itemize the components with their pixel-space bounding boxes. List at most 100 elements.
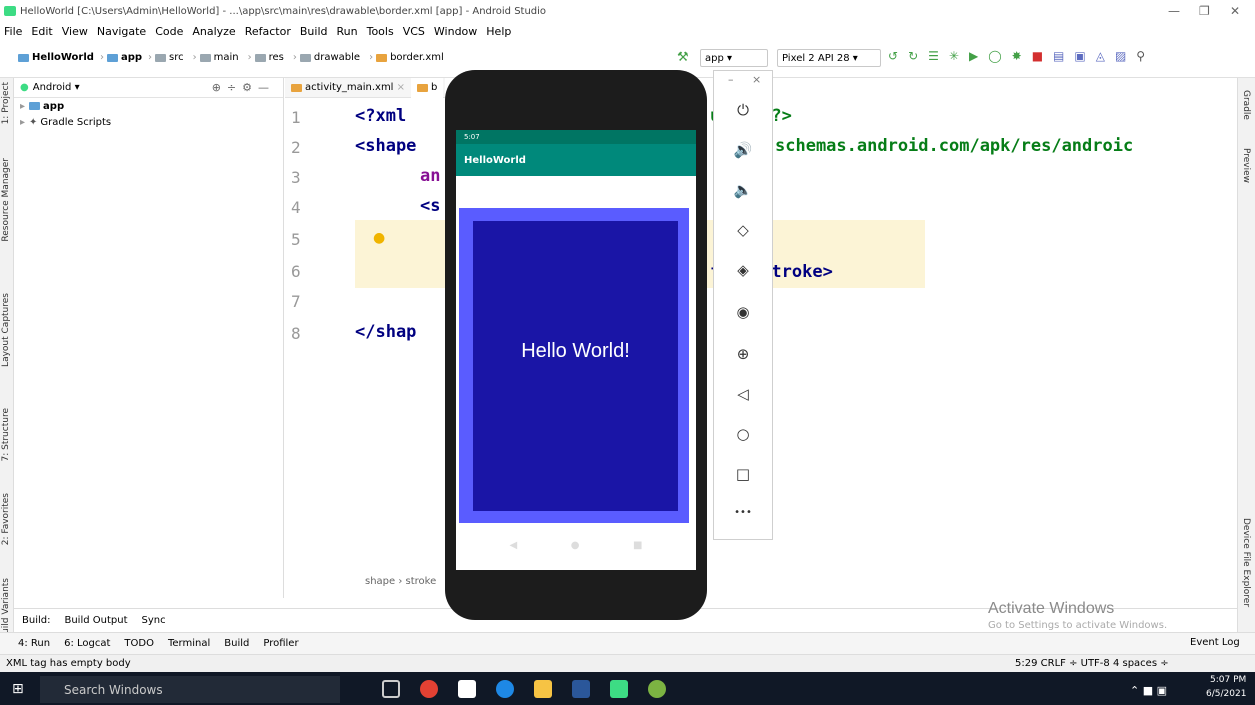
apply-changes-icon[interactable]: ↺: [888, 49, 898, 63]
tab-activity-main[interactable]: activity_main.xml ×: [285, 82, 411, 93]
restore-button[interactable]: ❐: [1199, 4, 1210, 18]
power-icon[interactable]: ⏻: [714, 101, 772, 119]
store-icon[interactable]: [458, 680, 476, 698]
breadcrumb-file[interactable]: border.xml: [376, 52, 447, 63]
avd-manager-icon[interactable]: ▣: [1074, 49, 1085, 63]
camera-icon[interactable]: ◉: [714, 303, 772, 321]
menu-edit[interactable]: Edit: [31, 25, 52, 38]
back-button-icon[interactable]: ◁: [714, 385, 772, 403]
tree-item-app[interactable]: ▸ app: [14, 98, 283, 114]
breadcrumb-res[interactable]: res: [254, 52, 287, 63]
overview-button-icon[interactable]: □: [714, 465, 772, 483]
apply-code-icon[interactable]: ↻: [908, 49, 918, 63]
menu-file[interactable]: File: [4, 25, 22, 38]
debug-icon[interactable]: ✳: [949, 49, 959, 63]
close-tab-icon[interactable]: ×: [397, 82, 405, 93]
tab-project[interactable]: 1: Project: [1, 82, 13, 124]
breadcrumb-main[interactable]: main: [199, 52, 242, 63]
editor-breadcrumb[interactable]: shape › stroke: [365, 576, 436, 587]
search-icon[interactable]: ⚲: [1136, 49, 1145, 63]
gear-icon[interactable]: ⚙: [242, 81, 258, 94]
tree-item-gradle[interactable]: ▸ ✦ Gradle Scripts: [14, 114, 283, 130]
rerun-icon[interactable]: ☰: [928, 49, 939, 63]
hide-panel-icon[interactable]: —: [258, 81, 275, 94]
menu-tools[interactable]: Tools: [367, 25, 394, 38]
layout-inspector-icon[interactable]: ▤: [1053, 49, 1064, 63]
bug-icon[interactable]: ✸: [1012, 49, 1022, 63]
tool-profiler[interactable]: Profiler: [263, 638, 298, 649]
breadcrumb-src[interactable]: src: [155, 52, 187, 63]
tab-device-file-explorer[interactable]: Device File Explorer: [1239, 518, 1251, 607]
breadcrumb-drawable[interactable]: drawable: [299, 52, 363, 63]
file-explorer-icon[interactable]: [534, 680, 552, 698]
home-button-icon[interactable]: ○: [714, 425, 772, 443]
menu-window[interactable]: Window: [434, 25, 477, 38]
menu-code[interactable]: Code: [155, 25, 183, 38]
tab-structure[interactable]: 7: Structure: [1, 408, 13, 462]
emulator-taskbar-icon[interactable]: [648, 680, 666, 698]
menu-help[interactable]: Help: [486, 25, 511, 38]
zoom-icon[interactable]: ⊕: [714, 345, 772, 363]
tab-build-output[interactable]: Build Output: [64, 615, 127, 626]
menu-analyze[interactable]: Analyze: [192, 25, 235, 38]
line-number: 5: [291, 230, 301, 249]
run-config-select[interactable]: app ▾: [700, 49, 768, 67]
status-right[interactable]: 5:29 CRLF ÷ UTF-8 4 spaces ÷: [1015, 658, 1169, 669]
menu-navigate[interactable]: Navigate: [97, 25, 146, 38]
collapse-icon[interactable]: ÷: [227, 81, 242, 94]
attach-icon[interactable]: ▶: [969, 49, 978, 63]
windows-start-icon[interactable]: ⊞: [12, 681, 24, 697]
rotate-right-icon[interactable]: ◈: [714, 261, 772, 279]
minimize-button[interactable]: —: [1168, 4, 1180, 18]
tab-preview[interactable]: Preview: [1239, 148, 1251, 183]
breadcrumb-project[interactable]: HelloWorld: [18, 52, 94, 63]
back-icon[interactable]: ◀: [510, 540, 518, 551]
stop-icon[interactable]: ■: [1032, 49, 1043, 63]
event-log-button[interactable]: Event Log: [1190, 637, 1240, 648]
system-tray-icons[interactable]: ⌃ ■ ▣: [1130, 684, 1167, 697]
tab-resource-manager[interactable]: Resource Manager: [1, 158, 13, 242]
breadcrumb-app[interactable]: app: [106, 52, 142, 63]
tab-build-variants[interactable]: Build Variants: [1, 578, 13, 640]
taskbar-date[interactable]: 6/5/2021: [1206, 689, 1246, 699]
tab-favorites[interactable]: 2: Favorites: [1, 493, 13, 545]
tab-sync[interactable]: Sync: [142, 615, 166, 626]
volume-down-icon[interactable]: 🔈: [714, 181, 772, 199]
tool-run[interactable]: 4: Run: [18, 638, 50, 649]
locate-icon[interactable]: ⊕: [212, 81, 227, 94]
menu-vcs[interactable]: VCS: [403, 25, 425, 38]
tab-gradle[interactable]: Gradle: [1239, 90, 1251, 120]
tab-layout-captures[interactable]: Layout Captures: [1, 293, 13, 367]
device-select[interactable]: Pixel 2 API 28 ▾: [777, 49, 881, 67]
tool-logcat[interactable]: 6: Logcat: [64, 638, 110, 649]
minimize-emulator-button[interactable]: –: [728, 73, 734, 86]
tool-todo[interactable]: TODO: [124, 638, 154, 649]
lightbulb-icon[interactable]: ●: [373, 230, 385, 246]
overview-icon[interactable]: ■: [633, 540, 642, 551]
hammer-icon[interactable]: ⚒: [677, 50, 689, 65]
menu-build[interactable]: Build: [300, 25, 328, 38]
home-icon[interactable]: ●: [571, 540, 580, 551]
volume-up-icon[interactable]: 🔊: [714, 141, 772, 159]
task-view-icon[interactable]: [382, 680, 400, 698]
chrome-icon[interactable]: [420, 680, 438, 698]
menu-refactor[interactable]: Refactor: [245, 25, 291, 38]
menu-run[interactable]: Run: [337, 25, 358, 38]
device-manager-icon[interactable]: ▨: [1115, 49, 1126, 63]
project-view-select[interactable]: Android: [33, 82, 72, 93]
rotate-left-icon[interactable]: ◇: [714, 221, 772, 239]
taskbar-search[interactable]: Search Windows: [40, 676, 340, 703]
android-studio-taskbar-icon[interactable]: [610, 680, 628, 698]
menu-view[interactable]: View: [62, 25, 88, 38]
tool-build[interactable]: Build: [224, 638, 249, 649]
profile-icon[interactable]: ◯: [988, 49, 1001, 63]
taskbar-time[interactable]: 5:07 PM: [1210, 675, 1246, 685]
tab-border[interactable]: b: [411, 77, 444, 98]
more-icon[interactable]: •••: [714, 507, 772, 518]
tool-terminal[interactable]: Terminal: [168, 638, 210, 649]
close-button[interactable]: ✕: [1230, 4, 1240, 18]
word-icon[interactable]: [572, 680, 590, 698]
close-emulator-button[interactable]: ×: [752, 73, 761, 86]
sdk-manager-icon[interactable]: ◬: [1096, 49, 1105, 63]
edge-icon[interactable]: [496, 680, 514, 698]
